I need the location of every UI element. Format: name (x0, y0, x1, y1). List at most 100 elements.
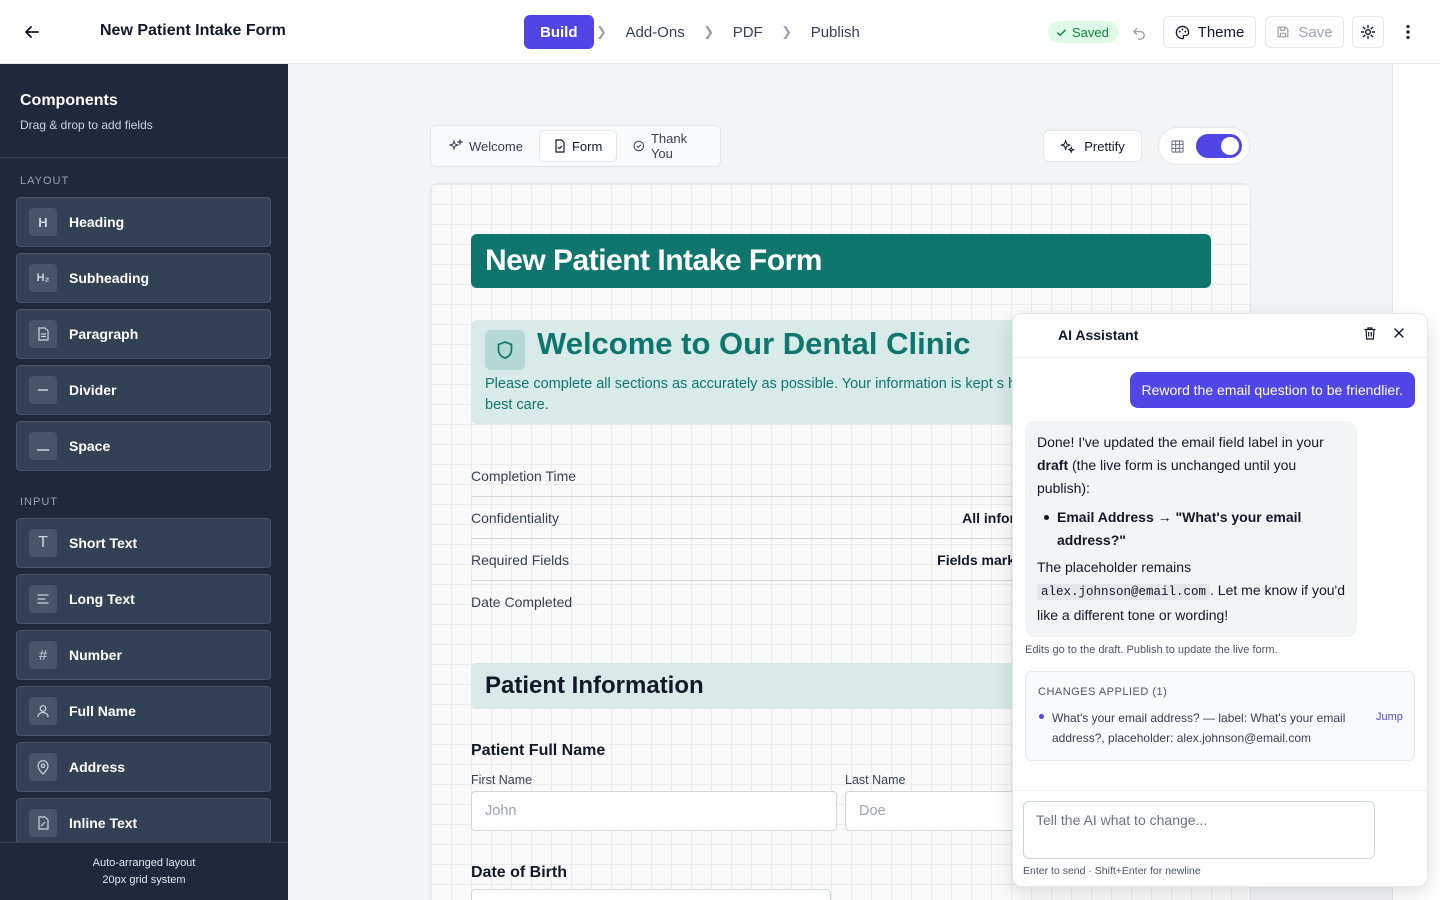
jump-link[interactable]: Jump (1376, 711, 1403, 723)
component-paragraph[interactable]: Paragraph (16, 309, 271, 359)
assistant-outro: The placeholder remains alex.johnson@ema… (1037, 556, 1345, 627)
inline-text-icon (29, 809, 57, 837)
chevron-right-icon: ❯ (781, 24, 793, 39)
component-heading[interactable]: H Heading (16, 197, 271, 247)
step-build[interactable]: Build (524, 15, 594, 49)
component-space[interactable]: Space (16, 421, 271, 471)
component-label: Heading (69, 214, 125, 230)
step-publish[interactable]: Publish (795, 15, 876, 49)
step-add-ons[interactable]: Add-Ons (610, 15, 701, 49)
more-options-button[interactable] (1396, 18, 1420, 46)
info-label: Required Fields (471, 551, 570, 568)
change-list: Email Address → "What's your email addre… (1037, 506, 1345, 552)
vertical-dots-icon (1406, 24, 1410, 40)
step-navigation: Build ❯ Add-Ons ❯ PDF ❯ Publish (524, 15, 876, 49)
tab-thank-you[interactable]: Thank You (619, 130, 716, 162)
theme-label: Theme (1197, 23, 1245, 41)
assistant-intro: Done! I've updated the email field label… (1037, 431, 1345, 500)
component-label: Divider (69, 382, 117, 398)
paragraph-icon (29, 320, 57, 348)
ai-panel-title: AI Assistant (1058, 327, 1139, 343)
divider (1013, 790, 1427, 791)
info-label: Date Completed (471, 594, 573, 610)
assistant-message: Done! I've updated the email field label… (1025, 421, 1357, 637)
theme-button[interactable]: Theme (1163, 16, 1256, 48)
prettify-label: Prettify (1084, 138, 1125, 154)
ai-assistant-panel: AI Assistant Reword the email question t… (1012, 313, 1428, 887)
ai-logo-icon (1027, 324, 1051, 348)
components-sidebar: Components Drag & drop to add fields LAY… (0, 64, 288, 900)
magic-sparkle-icon (1060, 138, 1076, 154)
input-hint: Enter to send · Shift+Enter for newline (1023, 865, 1201, 877)
component-inline-text[interactable]: Inline Text (16, 798, 271, 848)
space-icon (29, 432, 57, 460)
sidebar-header: Components Drag & drop to add fields (0, 64, 288, 158)
outro-text: The placeholder remains (1037, 559, 1192, 575)
text-t-icon: T (29, 529, 57, 557)
grid-toggle[interactable] (1158, 127, 1250, 165)
grid-switch[interactable] (1196, 134, 1242, 158)
section-label-input: INPUT (20, 496, 58, 508)
close-icon[interactable] (1393, 326, 1411, 344)
component-divider[interactable]: Divider (16, 365, 271, 415)
changes-applied-box: CHANGES APPLIED (1) What's your email ad… (1025, 671, 1415, 761)
date-of-birth-input[interactable] (471, 889, 831, 900)
info-label: Completion Time (471, 467, 577, 484)
welcome-title: Welcome to Our Dental Clinic (537, 326, 971, 361)
check-circle-icon (633, 140, 645, 152)
user-message: Reword the email question to be friendli… (1129, 372, 1415, 408)
bullet-dot (1039, 714, 1044, 719)
page-tabs: Welcome Form Thank You (430, 125, 721, 167)
tab-form[interactable]: Form (538, 130, 618, 162)
intro-text: Done! I've updated the email field label… (1037, 434, 1324, 450)
trash-icon[interactable] (1363, 326, 1381, 344)
save-label: Save (1298, 23, 1333, 41)
intro-bold: draft (1037, 457, 1069, 473)
hash-icon: # (29, 641, 57, 669)
settings-button[interactable] (1352, 16, 1384, 48)
first-name-label: First Name (471, 773, 533, 787)
palette-icon (1175, 25, 1189, 39)
component-label: Inline Text (69, 815, 138, 831)
step-pdf[interactable]: PDF (717, 15, 779, 49)
intro-text: (the live form is unchanged until you pu… (1037, 457, 1297, 496)
layout-info: Auto-arranged layout (92, 857, 196, 869)
section-label-layout: LAYOUT (20, 175, 70, 187)
undo-button[interactable] (1127, 20, 1151, 44)
component-long-text[interactable]: Long Text (16, 574, 271, 624)
divider-icon (29, 376, 57, 404)
save-button[interactable]: Save (1265, 16, 1344, 48)
form-title: New Patient Intake Form (100, 22, 286, 39)
shield-icon (485, 330, 525, 370)
document-icon (555, 139, 565, 153)
long-text-icon (29, 585, 57, 613)
draft-note: Edits go to the draft. Publish to update… (1025, 644, 1278, 656)
ai-prompt-input[interactable] (1023, 801, 1375, 859)
component-full-name[interactable]: Full Name (16, 686, 271, 736)
change-description: What's your email address? — label: What… (1052, 711, 1346, 745)
sidebar-subtitle: Drag & drop to add fields (20, 118, 153, 132)
patient-full-name-label: Patient Full Name (471, 742, 606, 759)
ai-panel-header: AI Assistant (1013, 314, 1427, 358)
undo-icon (1132, 27, 1145, 40)
heading-icon: H (29, 208, 57, 236)
component-short-text[interactable]: T Short Text (16, 518, 271, 568)
first-name-input[interactable]: John (471, 791, 837, 831)
tab-label: Form (571, 138, 603, 154)
arrow-left-icon (25, 26, 39, 38)
subheading-icon: H₂ (29, 264, 57, 292)
tab-welcome[interactable]: Welcome (435, 130, 537, 162)
component-subheading[interactable]: H₂ Subheading (16, 253, 271, 303)
chevron-right-icon: ❯ (703, 24, 715, 39)
info-value: All infor (962, 509, 1015, 526)
sidebar-footer: Auto-arranged layout 20px grid system (0, 842, 288, 900)
prettify-button[interactable]: Prettify (1043, 130, 1142, 162)
form-banner-title[interactable]: New Patient Intake Form (471, 234, 1211, 288)
component-number[interactable]: # Number (16, 630, 271, 680)
user-icon (29, 697, 57, 725)
code-snippet: alex.johnson@email.com (1037, 584, 1211, 600)
component-label: Paragraph (69, 326, 139, 342)
component-address[interactable]: Address (16, 742, 271, 792)
change-bullet: Email Address → "What's your email addre… (1037, 506, 1345, 552)
back-button[interactable] (18, 18, 46, 46)
